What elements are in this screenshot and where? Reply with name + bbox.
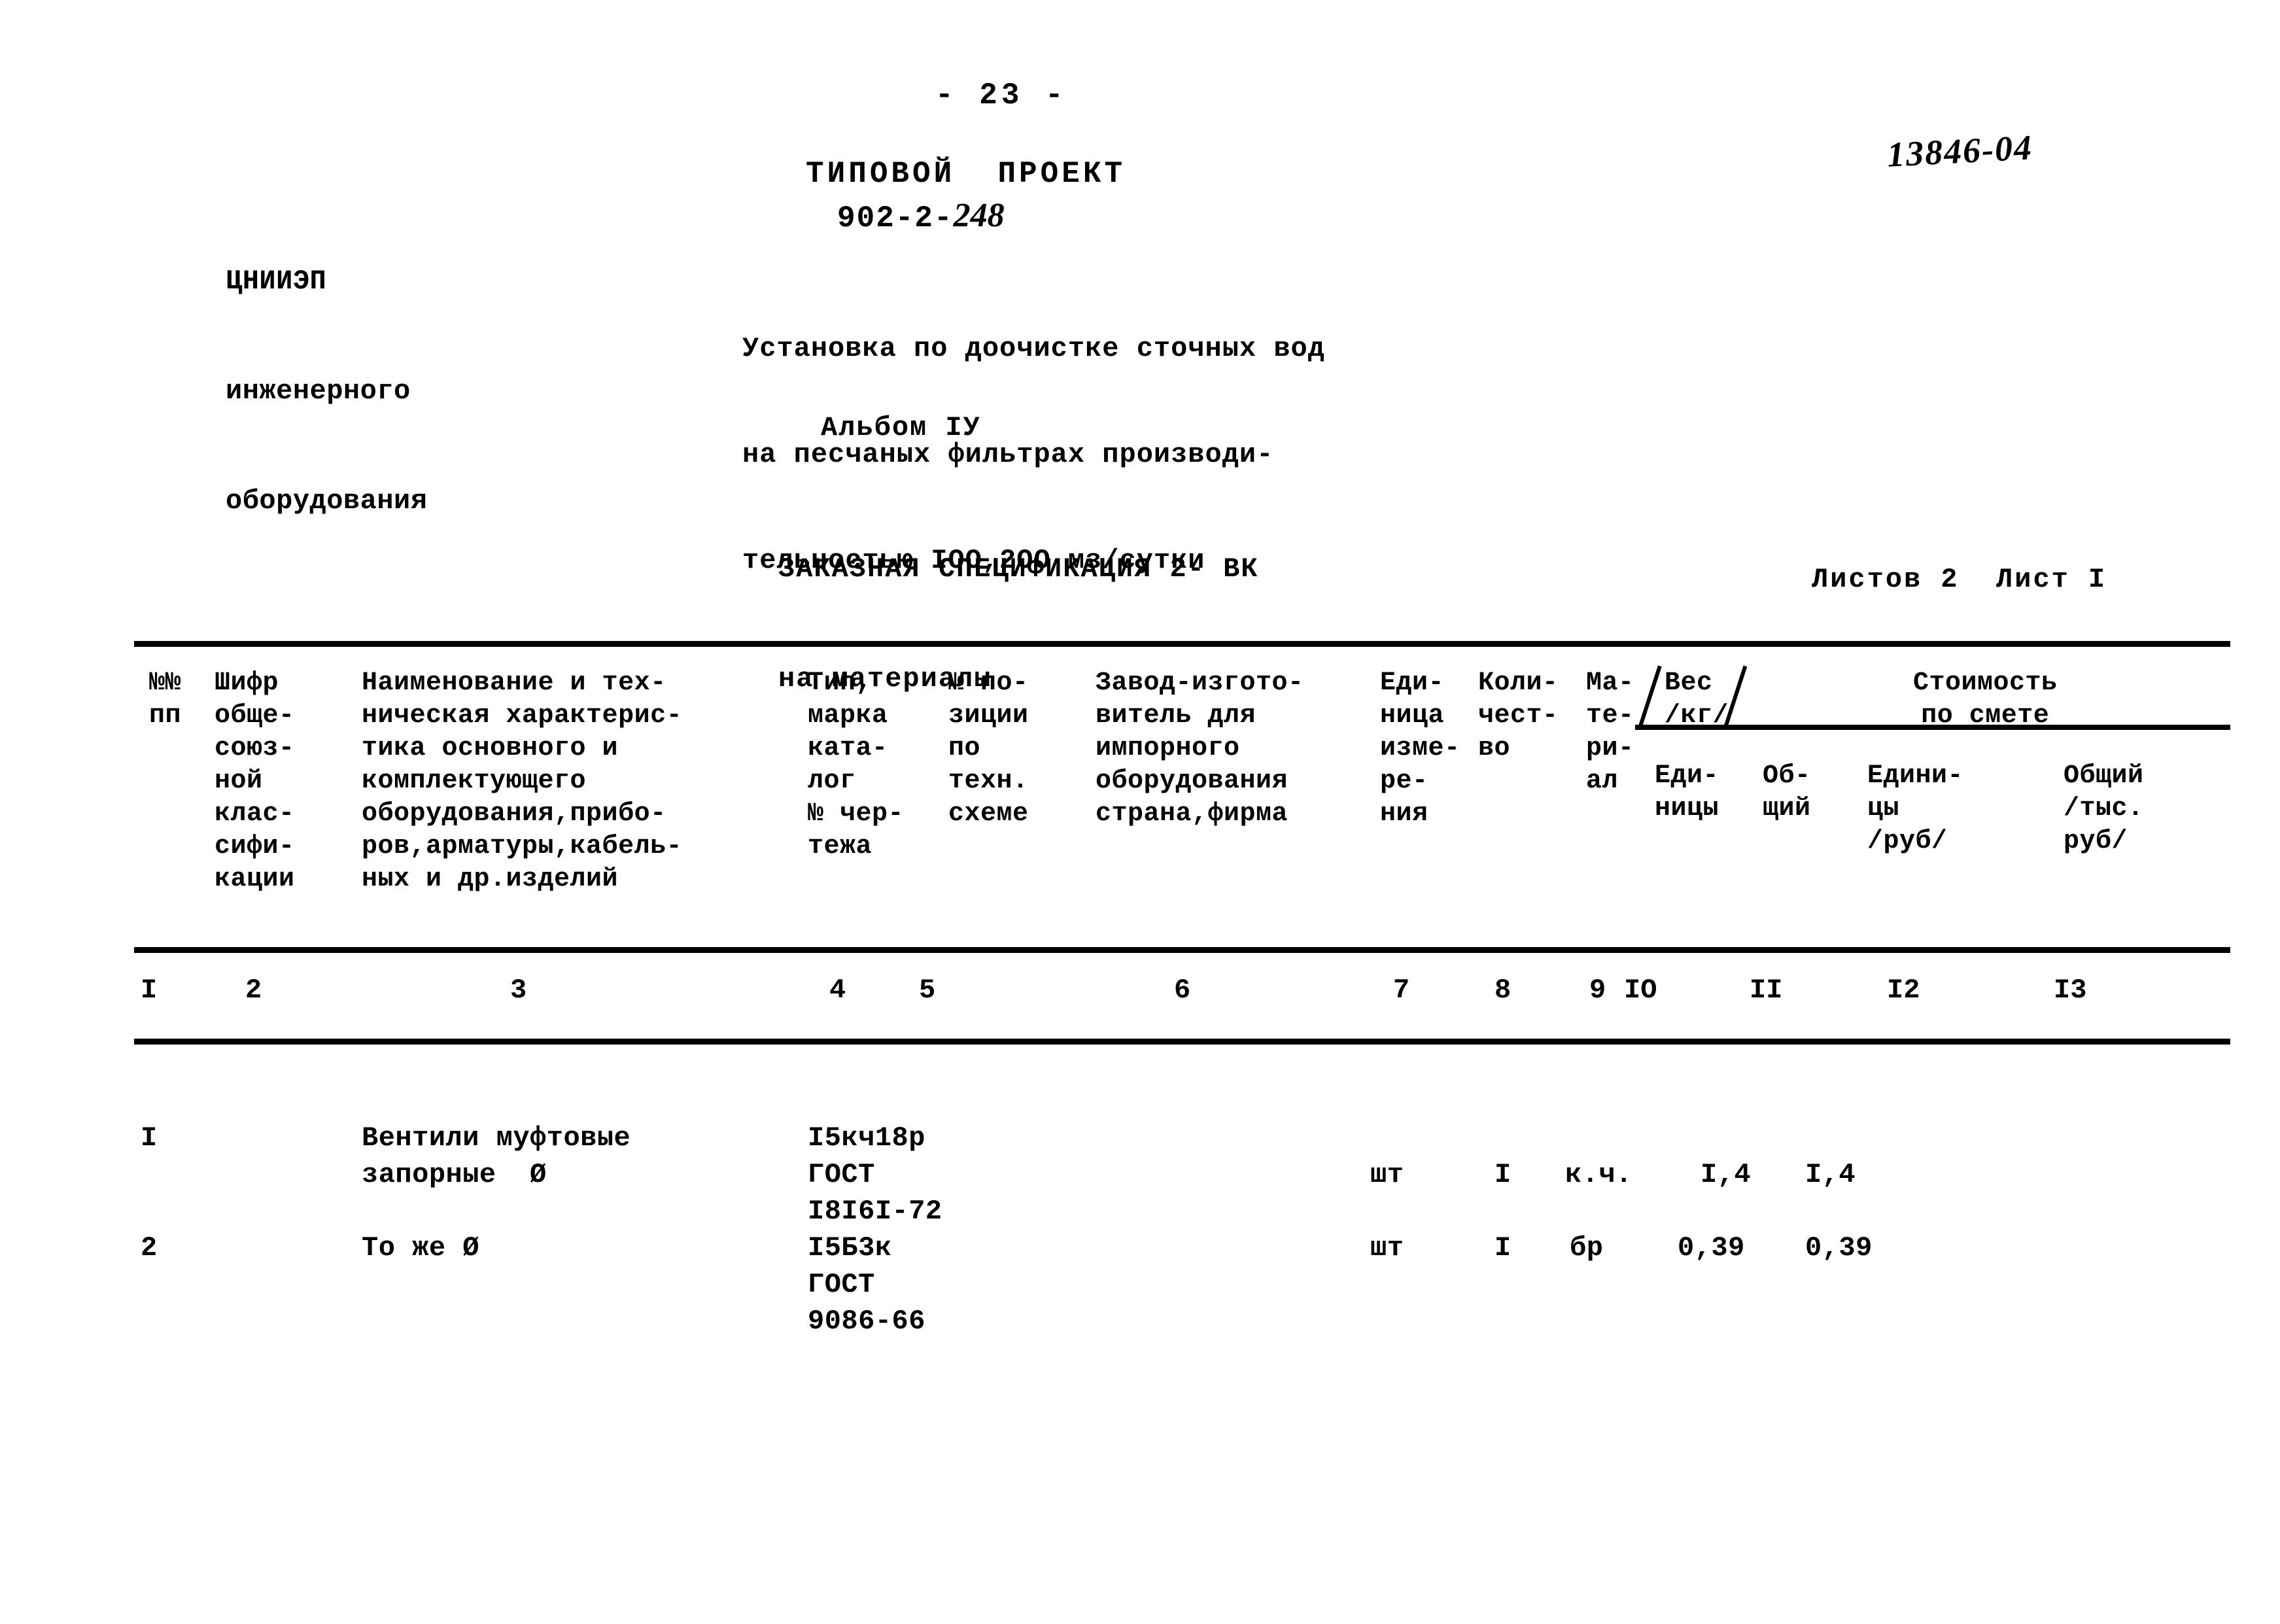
row-2-type: I5Б3к ГОСТ 9086-66 bbox=[808, 1232, 925, 1337]
project-description-line-1: Установка по доочистке сточных вод bbox=[742, 333, 1325, 364]
row-2-name: То же Ø bbox=[362, 1232, 479, 1264]
header-group-weight: Вес /кг/ bbox=[1665, 668, 1729, 731]
row-2-quantity: I bbox=[1494, 1232, 1511, 1264]
header-col-2-code: Шифр обще- союз- ной клас- сифи- кации bbox=[215, 668, 295, 894]
row-1-name: Вентили муфтовые запорные Ø bbox=[362, 1122, 631, 1190]
row-1-weight-total: I,4 bbox=[1805, 1159, 1856, 1190]
project-label: ТИПОВОЙ ПРОЕКТ bbox=[806, 157, 1126, 191]
header-col-13-cost-total: Общий /тыс. руб/ bbox=[2064, 761, 2144, 856]
column-number-1: I bbox=[141, 975, 158, 1006]
header-col-3-name: Наименование и тех- ническая характерис-… bbox=[362, 668, 683, 894]
row-1-weight-unit: I,4 bbox=[1701, 1159, 1752, 1190]
album-label: Альбом IУ bbox=[821, 412, 981, 443]
weight-group-slash-left bbox=[1638, 665, 1662, 727]
column-number-2: 2 bbox=[245, 975, 262, 1006]
archive-stamp-code: 13846-04 bbox=[1886, 128, 2034, 175]
page-number: - 23 - bbox=[935, 78, 1067, 112]
row-2-weight-total: 0,39 bbox=[1805, 1232, 1873, 1264]
column-number-11: II bbox=[1750, 975, 1783, 1006]
header-col-4-type: Тип, марка ката- лог № чер- тежа bbox=[808, 668, 905, 861]
column-number-9: 9 bbox=[1589, 975, 1606, 1006]
column-number-7: 7 bbox=[1393, 975, 1410, 1006]
header-col-8-quantity: Коли- чест- во bbox=[1478, 668, 1559, 763]
project-code-handwritten: 248 bbox=[953, 197, 1005, 234]
row-2-unit: шт bbox=[1370, 1232, 1404, 1264]
organization-line-1: ЦНИИЭП bbox=[226, 266, 327, 297]
row-1-type: I5кч18р ГОСТ I8I6I-72 bbox=[808, 1122, 942, 1227]
table-column-numbers-rule bbox=[134, 1039, 2230, 1045]
column-number-12: I2 bbox=[1887, 975, 1920, 1006]
organization-line-3: оборудования bbox=[226, 485, 428, 517]
sheet-count: Листов 2 Лист I bbox=[1812, 564, 2107, 595]
header-col-9-material: Ма- те- ри- ал bbox=[1586, 668, 1634, 796]
column-number-10: IО bbox=[1624, 975, 1657, 1006]
header-group-cost: Стоимость по смете bbox=[1913, 668, 2058, 731]
column-number-3: 3 bbox=[510, 975, 527, 1006]
project-code-printed: 902-2- bbox=[837, 201, 954, 235]
row-1-unit: шт bbox=[1370, 1159, 1404, 1190]
header-col-12-cost-unit: Едини- цы /руб/ bbox=[1867, 761, 1964, 856]
header-col-10-weight-unit: Еди- ницы bbox=[1655, 761, 1719, 823]
header-col-11-weight-total: Об- щий bbox=[1763, 761, 1811, 823]
organization-line-2: инженерного bbox=[226, 375, 411, 407]
row-2-no: 2 bbox=[141, 1232, 158, 1264]
specification-title-line-1: ЗАКАЗНАЯ СПЕЦИФИКАЦИЯ 2- ВК bbox=[778, 553, 1259, 585]
column-number-13: I3 bbox=[2054, 975, 2087, 1006]
row-2-weight-unit: 0,39 bbox=[1678, 1232, 1745, 1264]
row-1-quantity: I bbox=[1494, 1159, 1511, 1190]
row-2-material: бр bbox=[1570, 1232, 1604, 1264]
column-number-6: 6 bbox=[1174, 975, 1191, 1006]
document-page: - 23 - ЦНИИЭП инженерного оборудования Т… bbox=[0, 0, 2280, 1624]
column-number-5: 5 bbox=[919, 975, 936, 1006]
row-1-material: к.ч. bbox=[1565, 1159, 1632, 1190]
table-header-bottom-rule bbox=[134, 947, 2230, 953]
header-col-1-no: №№ пп bbox=[149, 668, 182, 731]
column-number-4: 4 bbox=[829, 975, 846, 1006]
column-number-8: 8 bbox=[1494, 975, 1511, 1006]
header-col-7-unit: Еди- ница изме- ре- ния bbox=[1380, 668, 1460, 829]
table-top-rule bbox=[134, 641, 2230, 647]
header-col-6-manufacturer: Завод-изгото- витель для импорного обору… bbox=[1096, 668, 1304, 829]
row-1-no: I bbox=[141, 1122, 158, 1154]
header-col-5-position: № по- зиции по техн. схеме bbox=[948, 668, 1029, 829]
organization-block: ЦНИИЭП инженерного оборудования bbox=[226, 190, 427, 593]
project-code: 902-2-248 bbox=[837, 196, 1005, 235]
